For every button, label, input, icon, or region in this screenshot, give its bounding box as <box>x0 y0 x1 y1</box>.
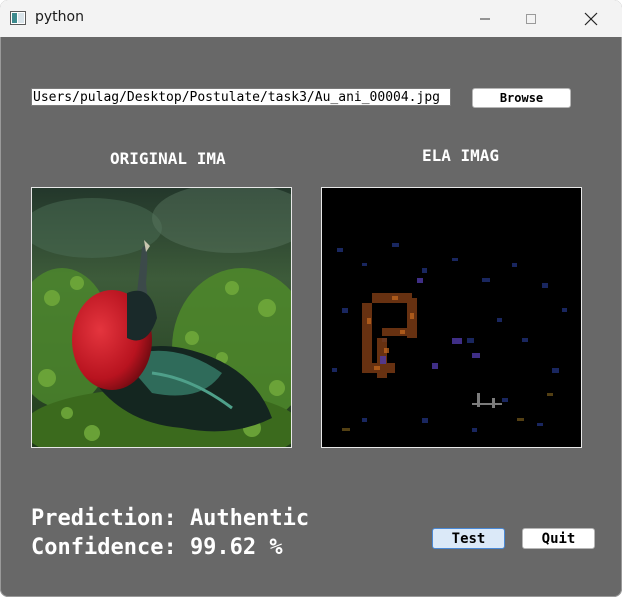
maximize-icon <box>526 13 536 24</box>
maximize-button[interactable] <box>508 0 554 37</box>
minimize-button[interactable] <box>462 0 508 37</box>
quit-button[interactable]: Quit <box>522 528 595 549</box>
ela-image-title: ELA IMAG <box>422 146 500 165</box>
app-window: python Browse ORIGINAL IMA ELA IMAG <box>0 0 622 597</box>
window-title: python <box>35 9 84 25</box>
browse-button[interactable]: Browse <box>472 88 571 108</box>
title-bar[interactable]: python <box>0 0 622 37</box>
file-path-input[interactable] <box>31 88 451 106</box>
prediction-label: Prediction: Authentic <box>31 506 310 531</box>
window-app-icon <box>10 11 26 25</box>
close-icon <box>584 12 598 25</box>
test-button[interactable]: Test <box>432 528 505 549</box>
close-button[interactable] <box>568 0 614 37</box>
ela-image-picture <box>322 188 581 447</box>
minimize-icon <box>480 18 490 19</box>
original-image-picture <box>32 188 291 447</box>
original-image <box>31 187 292 448</box>
ela-image <box>321 187 582 448</box>
confidence-label: Confidence: 99.62 % <box>31 535 283 560</box>
original-image-title: ORIGINAL IMA <box>110 149 226 168</box>
